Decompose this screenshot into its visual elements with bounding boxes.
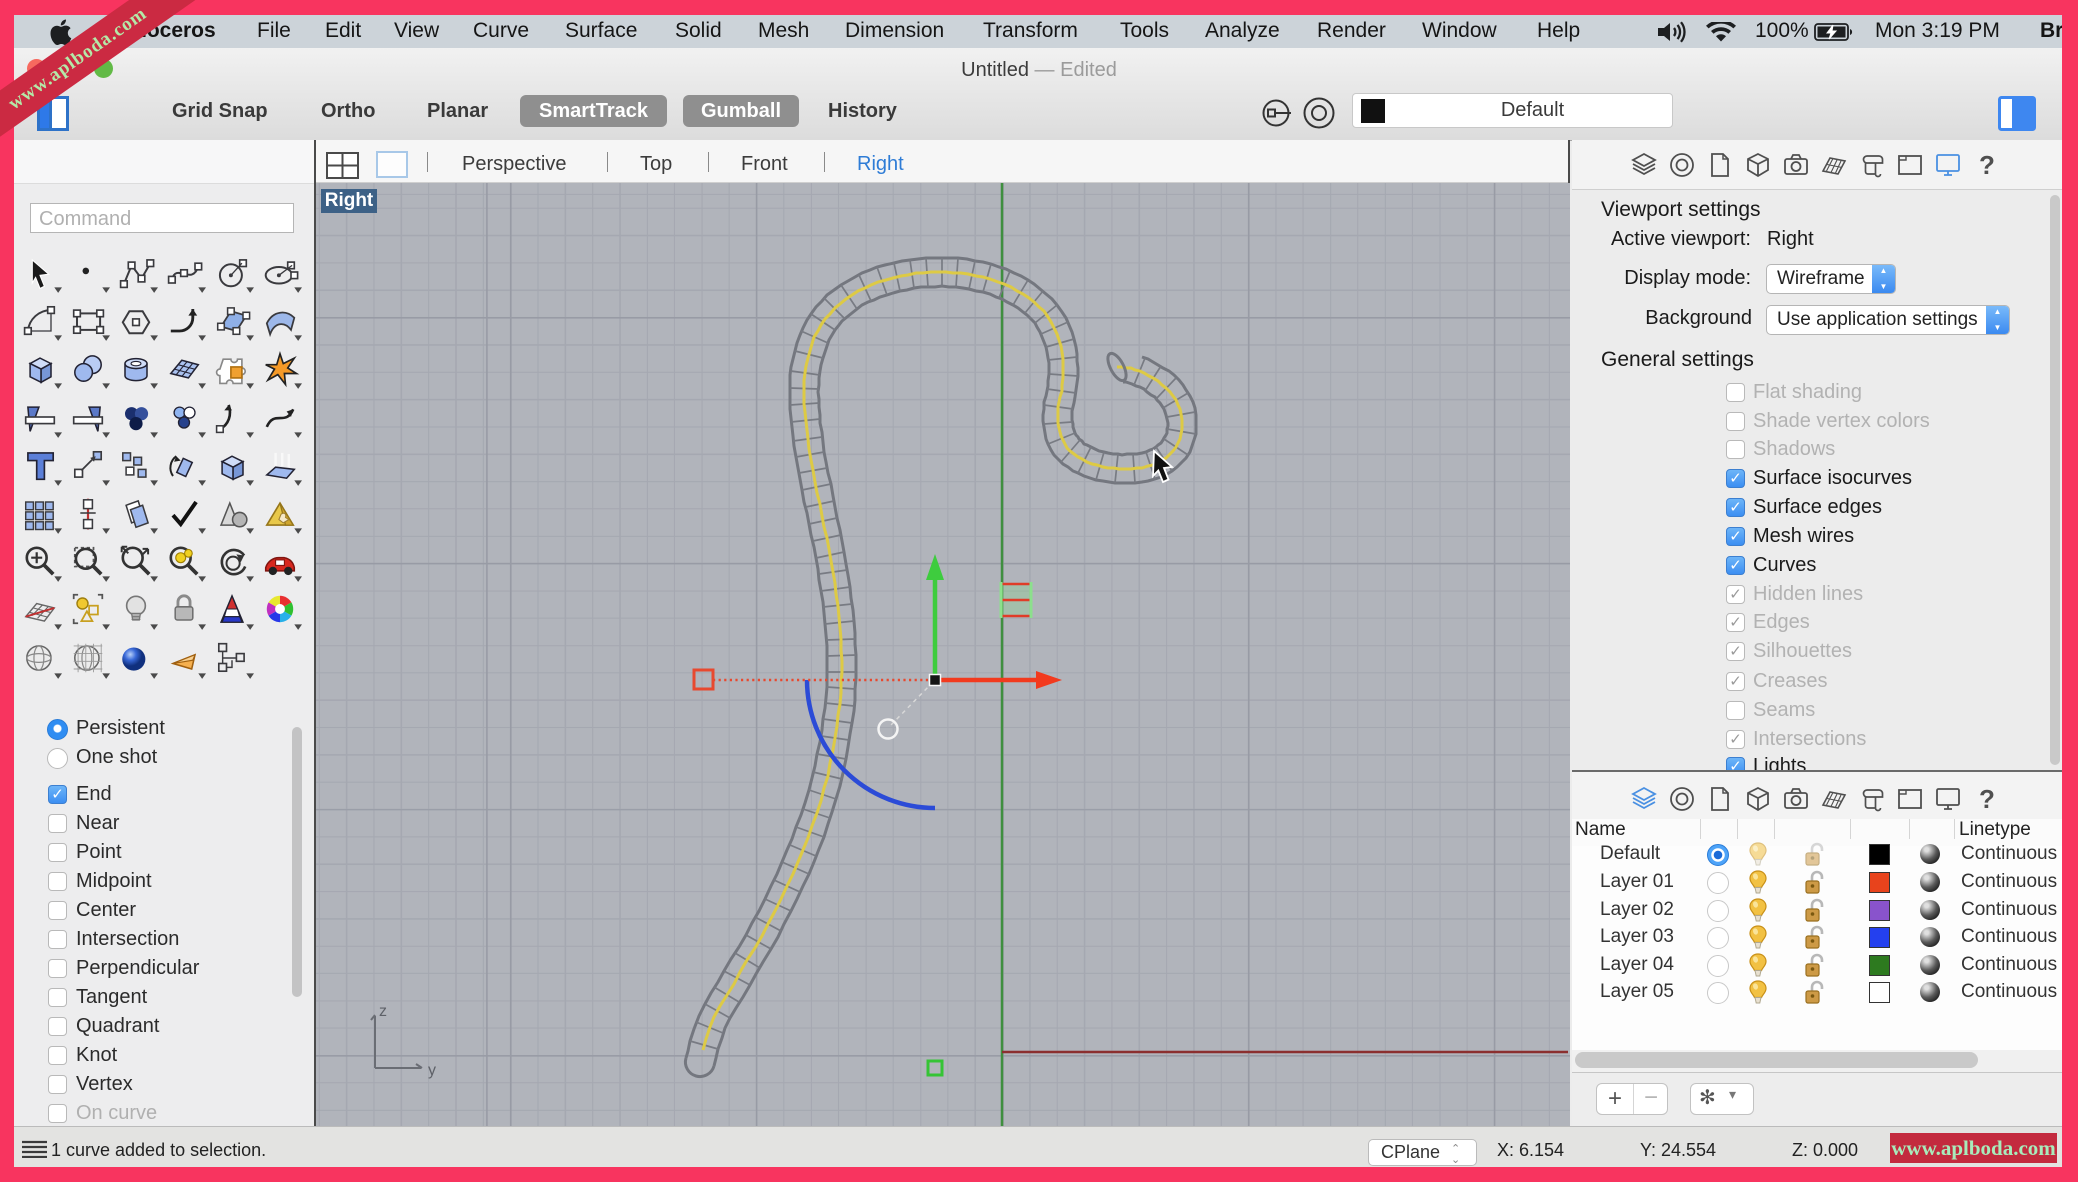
svg-text:y: y [428, 1062, 436, 1079]
svg-text:?: ? [1979, 785, 1995, 813]
svg-text:z: z [379, 1003, 387, 1020]
svg-text:?: ? [1979, 151, 1995, 179]
